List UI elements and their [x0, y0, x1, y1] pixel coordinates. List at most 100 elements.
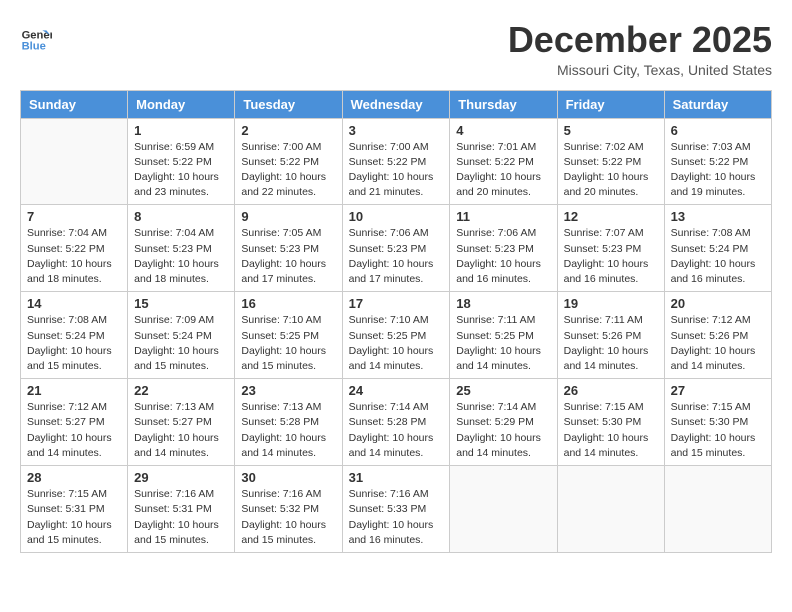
- day-number: 17: [349, 296, 444, 311]
- day-info: Sunrise: 7:14 AM Sunset: 5:29 PM Dayligh…: [456, 400, 550, 461]
- day-cell: [664, 466, 771, 553]
- day-number: 1: [134, 123, 228, 138]
- day-cell: [557, 466, 664, 553]
- day-info: Sunrise: 7:06 AM Sunset: 5:23 PM Dayligh…: [349, 226, 444, 287]
- week-row-0: 1Sunrise: 6:59 AM Sunset: 5:22 PM Daylig…: [21, 118, 772, 205]
- calendar-header: December 2025 Missouri City, Texas, Unit…: [20, 20, 772, 78]
- day-cell: 19 Sunrise: 7:11 AM Sunset: 5:26 PM Dayli…: [557, 292, 664, 379]
- day-number: 13: [671, 209, 765, 224]
- day-cell: 27 Sunrise: 7:15 AM Sunset: 5:30 PM Dayli…: [664, 379, 771, 466]
- day-number: 21: [27, 383, 121, 398]
- day-info: Sunrise: 7:10 AM Sunset: 5:25 PM Dayligh…: [349, 313, 444, 374]
- day-info: Sunrise: 7:11 AM Sunset: 5:25 PM Dayligh…: [456, 313, 550, 374]
- day-info: Sunrise: 7:05 AM Sunset: 5:23 PM Dayligh…: [241, 226, 335, 287]
- day-info: Sunrise: 7:08 AM Sunset: 5:24 PM Dayligh…: [671, 226, 765, 287]
- calendar-table: SundayMondayTuesdayWednesdayThursdayFrid…: [20, 90, 772, 553]
- location-label: Missouri City, Texas, United States: [20, 62, 772, 78]
- day-cell: 5Sunrise: 7:02 AM Sunset: 5:22 PM Daylig…: [557, 118, 664, 205]
- day-cell: 9Sunrise: 7:05 AM Sunset: 5:23 PM Daylig…: [235, 205, 342, 292]
- day-number: 5: [564, 123, 658, 138]
- day-number: 31: [349, 470, 444, 485]
- day-info: Sunrise: 7:09 AM Sunset: 5:24 PM Dayligh…: [134, 313, 228, 374]
- day-number: 22: [134, 383, 228, 398]
- weekday-saturday: Saturday: [664, 90, 771, 118]
- week-row-1: 7Sunrise: 7:04 AM Sunset: 5:22 PM Daylig…: [21, 205, 772, 292]
- week-row-4: 28 Sunrise: 7:15 AM Sunset: 5:31 PM Dayli…: [21, 466, 772, 553]
- day-cell: 30 Sunrise: 7:16 AM Sunset: 5:32 PM Dayli…: [235, 466, 342, 553]
- day-cell: 21 Sunrise: 7:12 AM Sunset: 5:27 PM Dayli…: [21, 379, 128, 466]
- day-info: Sunrise: 7:07 AM Sunset: 5:23 PM Dayligh…: [564, 226, 658, 287]
- day-cell: 15 Sunrise: 7:09 AM Sunset: 5:24 PM Dayli…: [128, 292, 235, 379]
- day-cell: 24Sunrise: 7:14 AM Sunset: 5:28 PM Dayli…: [342, 379, 450, 466]
- week-row-3: 21 Sunrise: 7:12 AM Sunset: 5:27 PM Dayli…: [21, 379, 772, 466]
- day-number: 14: [27, 296, 121, 311]
- day-info: Sunrise: 7:13 AM Sunset: 5:27 PM Dayligh…: [134, 400, 228, 461]
- day-number: 20: [671, 296, 765, 311]
- day-cell: 16 Sunrise: 7:10 AM Sunset: 5:25 PM Dayli…: [235, 292, 342, 379]
- day-info: Sunrise: 7:01 AM Sunset: 5:22 PM Dayligh…: [456, 140, 550, 201]
- day-info: Sunrise: 7:03 AM Sunset: 5:22 PM Dayligh…: [671, 140, 765, 201]
- weekday-wednesday: Wednesday: [342, 90, 450, 118]
- day-number: 23: [241, 383, 335, 398]
- logo: General Blue: [20, 24, 56, 56]
- day-cell: 4 Sunrise: 7:01 AM Sunset: 5:22 PM Daylig…: [450, 118, 557, 205]
- day-cell: 20 Sunrise: 7:12 AM Sunset: 5:26 PM Dayli…: [664, 292, 771, 379]
- day-cell: 13 Sunrise: 7:08 AM Sunset: 5:24 PM Dayli…: [664, 205, 771, 292]
- day-number: 4: [456, 123, 550, 138]
- day-info: Sunrise: 7:04 AM Sunset: 5:23 PM Dayligh…: [134, 226, 228, 287]
- logo-icon: General Blue: [20, 24, 52, 56]
- day-number: 11: [456, 209, 550, 224]
- day-info: Sunrise: 7:15 AM Sunset: 5:30 PM Dayligh…: [671, 400, 765, 461]
- day-info: Sunrise: 7:00 AM Sunset: 5:22 PM Dayligh…: [349, 140, 444, 201]
- day-info: Sunrise: 7:13 AM Sunset: 5:28 PM Dayligh…: [241, 400, 335, 461]
- week-row-2: 14 Sunrise: 7:08 AM Sunset: 5:24 PM Dayli…: [21, 292, 772, 379]
- day-cell: 28 Sunrise: 7:15 AM Sunset: 5:31 PM Dayli…: [21, 466, 128, 553]
- weekday-sunday: Sunday: [21, 90, 128, 118]
- weekday-header-row: SundayMondayTuesdayWednesdayThursdayFrid…: [21, 90, 772, 118]
- day-cell: 10Sunrise: 7:06 AM Sunset: 5:23 PM Dayli…: [342, 205, 450, 292]
- day-cell: [450, 466, 557, 553]
- day-cell: 17 Sunrise: 7:10 AM Sunset: 5:25 PM Dayli…: [342, 292, 450, 379]
- day-number: 30: [241, 470, 335, 485]
- day-info: Sunrise: 7:16 AM Sunset: 5:33 PM Dayligh…: [349, 487, 444, 548]
- weekday-monday: Monday: [128, 90, 235, 118]
- day-number: 2: [241, 123, 335, 138]
- weekday-thursday: Thursday: [450, 90, 557, 118]
- day-cell: 2 Sunrise: 7:00 AM Sunset: 5:22 PM Daylig…: [235, 118, 342, 205]
- day-cell: 14 Sunrise: 7:08 AM Sunset: 5:24 PM Dayli…: [21, 292, 128, 379]
- day-info: Sunrise: 7:08 AM Sunset: 5:24 PM Dayligh…: [27, 313, 121, 374]
- day-cell: [21, 118, 128, 205]
- day-info: Sunrise: 7:16 AM Sunset: 5:32 PM Dayligh…: [241, 487, 335, 548]
- day-cell: 26Sunrise: 7:15 AM Sunset: 5:30 PM Dayli…: [557, 379, 664, 466]
- day-info: Sunrise: 7:14 AM Sunset: 5:28 PM Dayligh…: [349, 400, 444, 461]
- calendar-body: 1Sunrise: 6:59 AM Sunset: 5:22 PM Daylig…: [21, 118, 772, 552]
- day-cell: 22 Sunrise: 7:13 AM Sunset: 5:27 PM Dayli…: [128, 379, 235, 466]
- day-cell: 1Sunrise: 6:59 AM Sunset: 5:22 PM Daylig…: [128, 118, 235, 205]
- svg-text:Blue: Blue: [22, 41, 46, 53]
- day-number: 26: [564, 383, 658, 398]
- day-number: 25: [456, 383, 550, 398]
- day-info: Sunrise: 7:10 AM Sunset: 5:25 PM Dayligh…: [241, 313, 335, 374]
- day-info: Sunrise: 7:15 AM Sunset: 5:31 PM Dayligh…: [27, 487, 121, 548]
- day-cell: 12 Sunrise: 7:07 AM Sunset: 5:23 PM Dayli…: [557, 205, 664, 292]
- day-cell: 31 Sunrise: 7:16 AM Sunset: 5:33 PM Dayli…: [342, 466, 450, 553]
- day-number: 16: [241, 296, 335, 311]
- day-number: 12: [564, 209, 658, 224]
- day-info: Sunrise: 7:11 AM Sunset: 5:26 PM Dayligh…: [564, 313, 658, 374]
- svg-text:General: General: [22, 29, 52, 41]
- day-number: 3: [349, 123, 444, 138]
- day-cell: 11Sunrise: 7:06 AM Sunset: 5:23 PM Dayli…: [450, 205, 557, 292]
- day-info: Sunrise: 7:00 AM Sunset: 5:22 PM Dayligh…: [241, 140, 335, 201]
- day-number: 27: [671, 383, 765, 398]
- day-number: 18: [456, 296, 550, 311]
- day-number: 28: [27, 470, 121, 485]
- day-info: Sunrise: 7:12 AM Sunset: 5:26 PM Dayligh…: [671, 313, 765, 374]
- day-info: Sunrise: 7:12 AM Sunset: 5:27 PM Dayligh…: [27, 400, 121, 461]
- day-cell: 7Sunrise: 7:04 AM Sunset: 5:22 PM Daylig…: [21, 205, 128, 292]
- day-cell: 3 Sunrise: 7:00 AM Sunset: 5:22 PM Daylig…: [342, 118, 450, 205]
- day-number: 19: [564, 296, 658, 311]
- day-number: 7: [27, 209, 121, 224]
- day-number: 15: [134, 296, 228, 311]
- weekday-friday: Friday: [557, 90, 664, 118]
- day-cell: 18 Sunrise: 7:11 AM Sunset: 5:25 PM Dayli…: [450, 292, 557, 379]
